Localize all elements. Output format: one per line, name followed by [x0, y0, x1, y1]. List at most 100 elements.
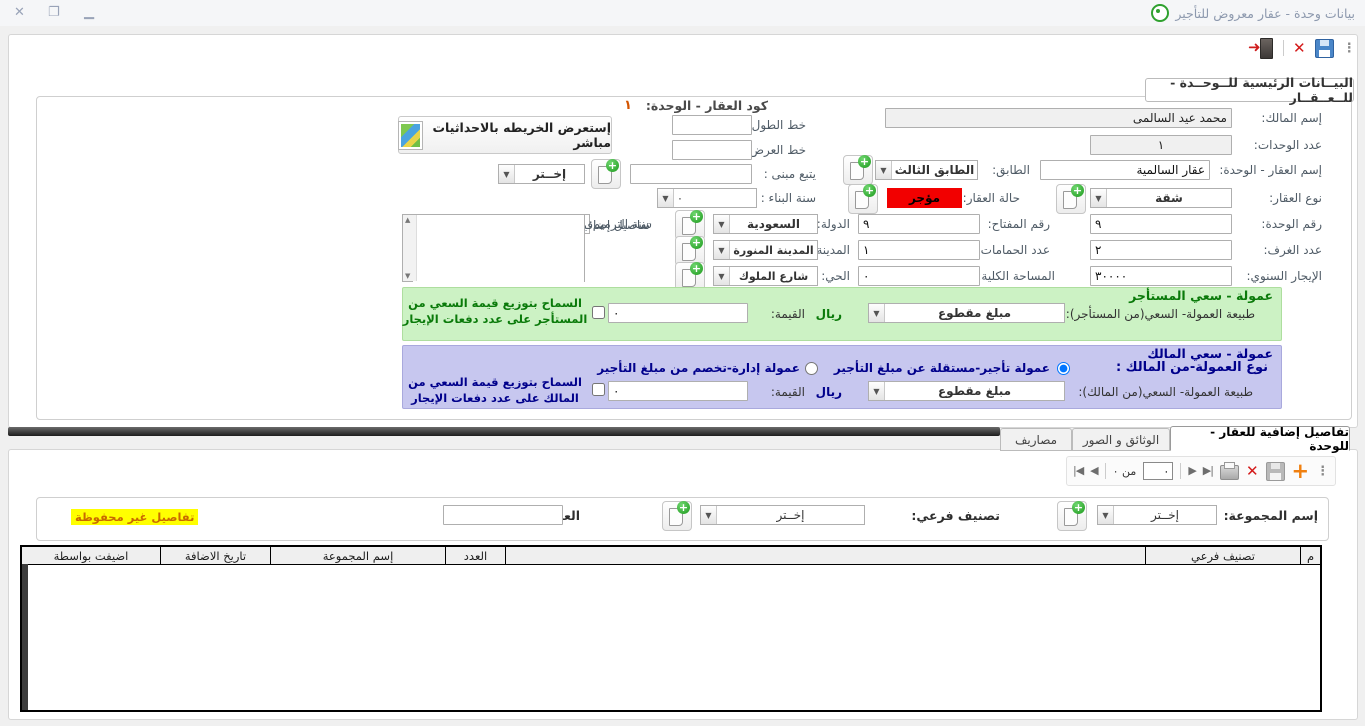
floor-combo[interactable]: ▼ الطابق الثالث	[875, 160, 978, 180]
chevron-down-icon[interactable]: ▼	[658, 189, 674, 207]
bathrooms-count-field[interactable]	[858, 240, 980, 260]
app-window: بيانات وحدة - عقار معروض للتأجير ✕ ❐ ▁ ➜…	[0, 0, 1365, 726]
scrollbar[interactable]: ▲▼	[403, 215, 417, 281]
belongs-building-label: يتبع مبنى :	[764, 167, 816, 182]
chevron-down-icon[interactable]: ▼	[714, 241, 730, 259]
district-value: شارع الملوك	[730, 267, 817, 285]
tenant-distribute-checkbox[interactable]	[592, 306, 605, 319]
count-field[interactable]	[443, 505, 563, 525]
total-area-field[interactable]	[858, 266, 980, 286]
add-floor-button[interactable]: +	[843, 155, 873, 185]
tab-details-label: تفاصيل إضافية للعقار - للوحدة	[1171, 425, 1349, 453]
save-floppy-icon[interactable]	[1315, 39, 1334, 58]
minimize-icon[interactable]: ▁	[84, 6, 94, 19]
print-icon[interactable]	[1220, 465, 1239, 480]
delete-x-icon[interactable]: ✕	[1293, 41, 1306, 56]
table-col-added-by[interactable]: اضيفت بواسطة	[22, 547, 160, 564]
sub-class-combo[interactable]: ▼ إخــتر	[700, 505, 865, 525]
chevron-down-icon[interactable]: ▼	[714, 215, 730, 233]
details-table: م تصنيف فرعي العدد إسم المجموعة تاريخ ال…	[20, 545, 1322, 712]
chevron-down-icon[interactable]: ▼	[869, 382, 885, 400]
chevron-down-icon[interactable]: ▼	[876, 161, 892, 179]
nav-position-box[interactable]	[1143, 462, 1173, 480]
unit-number-field[interactable]	[1090, 214, 1232, 234]
group-name-combo[interactable]: ▼ إخــتر	[1097, 505, 1217, 525]
add-row-plus-icon[interactable]: +	[1292, 462, 1310, 480]
tenant-commission-nature-combo[interactable]: ▼ مبلغ مقطوع	[868, 303, 1065, 323]
building-choose-value: إخــتر	[515, 165, 584, 183]
tab-expenses[interactable]: مصاريف	[1000, 428, 1072, 451]
table-col-group-name[interactable]: إسم المجموعة	[270, 547, 445, 564]
save-row-floppy-icon[interactable]	[1266, 462, 1285, 481]
add-property-status-button[interactable]: +	[848, 184, 878, 214]
close-icon[interactable]: ✕	[14, 6, 25, 19]
rental-commission-radio[interactable]	[1057, 362, 1070, 375]
belongs-building-field[interactable]	[630, 164, 752, 184]
navigator-grip-icon[interactable]: ⋮	[1316, 465, 1329, 478]
window-title-area: بيانات وحدة - عقار معروض للتأجير	[1151, 4, 1355, 22]
nav-next-icon[interactable]: ▶	[1188, 462, 1195, 480]
property-type-label: نوع العقار:	[1269, 191, 1322, 206]
district-label: الحي:	[821, 269, 850, 284]
building-choose-combo[interactable]: ▼ إخــتر	[498, 164, 585, 184]
owner-commission-type-label: نوع العمولة-من المالك :	[1116, 360, 1268, 375]
tenant-amount-field[interactable]	[608, 303, 748, 323]
sub-class-value: إخــتر	[717, 506, 864, 524]
table-col-date-added[interactable]: تاريخ الاضافة	[160, 547, 270, 564]
toolbar-grip-icon[interactable]: ⋮	[1343, 42, 1356, 55]
units-count-field	[1090, 135, 1232, 155]
tenant-distribute-label: السماح بتوزيع قيمة السعي من المستأجر على…	[402, 296, 588, 327]
delete-row-x-icon[interactable]: ✕	[1246, 464, 1259, 479]
tab-details[interactable]: تفاصيل إضافية للعقار - للوحدة	[1170, 426, 1350, 451]
country-combo[interactable]: ▼ السعودية	[713, 214, 818, 234]
build-year-combo[interactable]: ▼ ٠	[657, 188, 757, 208]
view-map-button[interactable]: إستعرض الخريطه بالاحداثيات مباشر	[398, 116, 612, 154]
nav-first-icon[interactable]: |◀	[1073, 462, 1083, 480]
table-col-spacer	[505, 547, 1145, 564]
exit-door-icon[interactable]: ➜	[1248, 38, 1274, 58]
district-combo[interactable]: ▼ شارع الملوك	[713, 266, 818, 286]
main-groupbox-title-tab[interactable]: البيــانات الرئيسية للــوحــدة - للــعــ…	[1145, 78, 1354, 102]
chevron-down-icon[interactable]: ▼	[1098, 506, 1114, 524]
longitude-field[interactable]	[672, 115, 752, 135]
chevron-down-icon[interactable]: ▼	[869, 304, 885, 322]
owner-commission-nature-label: طبيعة العمولة- السعي(من المالك):	[1078, 385, 1253, 400]
chevron-down-icon[interactable]: ▼	[499, 165, 515, 183]
add-building-button[interactable]: +	[591, 159, 621, 189]
admin-commission-radio[interactable]	[805, 362, 818, 375]
unit-code: كود العقار - الوحدة: ١	[540, 98, 768, 113]
tab-documents-label: الوثائق و الصور	[1083, 433, 1159, 447]
chevron-down-icon[interactable]: ▼	[1091, 189, 1107, 207]
annual-rent-field[interactable]	[1090, 266, 1232, 286]
unsaved-status-badge: تفاصيل غير محفوظة	[71, 509, 198, 525]
main-toolbar: ➜ ✕ ⋮	[1248, 38, 1356, 58]
table-col-index[interactable]: م	[1300, 547, 1320, 564]
owner-amount-field[interactable]	[608, 381, 748, 401]
restore-icon[interactable]: ❐	[48, 6, 60, 19]
rooms-count-field[interactable]	[1090, 240, 1232, 260]
key-number-field[interactable]	[858, 214, 980, 234]
nav-separator	[1105, 463, 1106, 479]
table-col-subclass[interactable]: تصنيف فرعي	[1145, 547, 1300, 564]
units-count-label: عدد الوحدات:	[1254, 138, 1322, 153]
table-col-count[interactable]: العدد	[445, 547, 505, 564]
owner-distribute-checkbox[interactable]	[592, 383, 605, 396]
extra-details-textarea[interactable]	[413, 215, 584, 285]
city-combo[interactable]: ▼ المدينة المنورة	[713, 240, 818, 260]
floor-value: الطابق الثالث	[892, 161, 977, 179]
title-bar: بيانات وحدة - عقار معروض للتأجير ✕ ❐ ▁	[0, 0, 1365, 26]
property-name-field[interactable]	[1040, 160, 1210, 180]
property-type-combo[interactable]: ▼ شقة	[1090, 188, 1232, 208]
nav-last-icon[interactable]: ▶|	[1203, 462, 1213, 480]
add-property-type-button[interactable]: +	[1056, 184, 1086, 214]
tab-documents[interactable]: الوثائق و الصور	[1072, 428, 1170, 451]
add-sub-class-button[interactable]: +	[662, 501, 692, 531]
owner-distribute-label: السماح بتوزيع قيمة السعي من المالك على ع…	[402, 375, 588, 406]
latitude-field[interactable]	[672, 140, 752, 160]
chevron-down-icon[interactable]: ▼	[714, 267, 730, 285]
chevron-down-icon[interactable]: ▼	[701, 506, 717, 524]
owner-commission-nature-combo[interactable]: ▼ مبلغ مقطوع	[868, 381, 1065, 401]
nav-previous-icon[interactable]: ◀	[1090, 462, 1097, 480]
add-group-button[interactable]: +	[1057, 501, 1087, 531]
floor-label: الطابق:	[992, 163, 1030, 178]
